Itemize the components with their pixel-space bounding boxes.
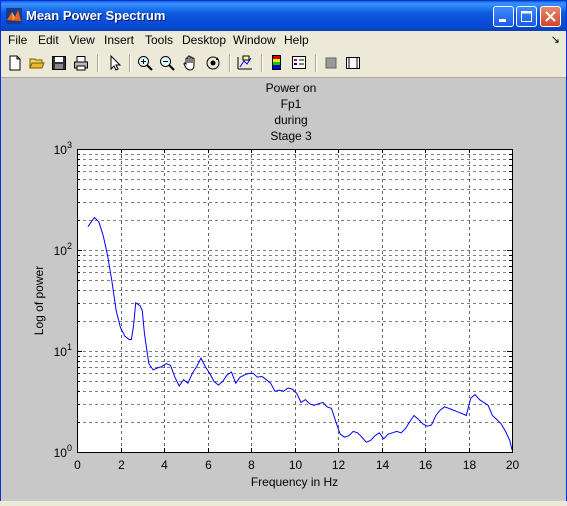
x-tick-label: 16: [419, 458, 433, 472]
maximize-button[interactable]: [516, 6, 537, 27]
rotate-3d-button[interactable]: [203, 53, 223, 73]
rotate-3d-icon: [206, 56, 220, 70]
menu-help[interactable]: Help: [284, 33, 309, 47]
minimize-icon: [499, 19, 506, 22]
figure-canvas: Power on Fp1 during Stage 3 0 2 4 6 8 10 12 14 1…: [1, 78, 566, 501]
x-tick-label: 4: [161, 458, 168, 472]
toolbar-separator: [229, 54, 231, 72]
select-arrow-icon: [110, 55, 122, 71]
toolbar-separator: [261, 54, 263, 72]
menu-insert[interactable]: Insert: [104, 33, 134, 47]
toolbar-separator: [97, 54, 99, 72]
chart-title: Power on Fp1 during Stage 3: [266, 81, 317, 143]
menu-view[interactable]: View: [69, 33, 95, 47]
plot-area[interactable]: [77, 149, 512, 452]
menu-desktop[interactable]: Desktop: [182, 33, 226, 47]
close-button[interactable]: [540, 6, 561, 27]
y-tick-label: 102: [54, 241, 72, 258]
data-cursor-button[interactable]: [235, 53, 255, 73]
x-tick-label: 20: [506, 458, 520, 472]
legend-icon: [292, 56, 306, 69]
zoom-out-icon: [160, 56, 175, 71]
toolbar-separator: [315, 54, 317, 72]
save-button[interactable]: [49, 53, 69, 73]
x-tick-label: 0: [74, 458, 81, 472]
show-plot-tools-icon: [346, 57, 360, 69]
menu-file[interactable]: File: [8, 33, 27, 47]
close-icon: [545, 11, 556, 22]
new-figure-button[interactable]: [5, 53, 25, 73]
y-tick-label: 100: [54, 443, 72, 460]
pan-hand-icon: [183, 55, 195, 71]
matlab-logo-icon: [6, 8, 22, 24]
chart-title-line: Fp1: [281, 97, 302, 111]
dock-arrow-icon[interactable]: ↘: [551, 33, 560, 46]
x-tick-label: 14: [376, 458, 390, 472]
menu-window[interactable]: Window: [233, 33, 276, 47]
open-folder-icon: [29, 58, 45, 69]
x-tick-label: 10: [289, 458, 303, 472]
x-axis-label: Frequency in Hz: [251, 475, 338, 489]
y-tick-label: 101: [54, 342, 72, 359]
title-bar[interactable]: Mean Power Spectrum: [1, 1, 566, 31]
chart-title-line: during: [274, 113, 307, 127]
x-tick-label: 18: [463, 458, 477, 472]
zoom-in-icon: [138, 56, 153, 71]
insert-colorbar-button[interactable]: [267, 53, 287, 73]
menu-edit[interactable]: Edit: [38, 33, 59, 47]
pan-button[interactable]: [180, 53, 200, 73]
x-tick-label: 2: [118, 458, 125, 472]
print-button[interactable]: [71, 53, 91, 73]
figure-toolbar: [1, 50, 566, 78]
window-title: Mean Power Spectrum: [26, 8, 166, 23]
maximize-icon: [521, 11, 532, 22]
power-spectrum-chart: Power on Fp1 during Stage 3 0 2 4 6 8 10 12 14 1…: [32, 81, 520, 489]
data-cursor-icon: [237, 55, 252, 70]
zoom-in-button[interactable]: [135, 53, 155, 73]
chart-title-line: Power on: [266, 81, 317, 95]
open-file-button[interactable]: [27, 53, 47, 73]
edit-plot-button[interactable]: [105, 53, 125, 73]
x-tick-label: 12: [332, 458, 346, 472]
hide-plot-tools-icon: [325, 57, 337, 69]
save-icon: [52, 56, 66, 70]
x-tick-label: 8: [248, 458, 255, 472]
menu-tools[interactable]: Tools: [145, 33, 173, 47]
print-icon: [74, 56, 88, 71]
figure-window: Mean Power Spectrum File Edit View Inser…: [0, 0, 567, 501]
new-file-icon: [9, 55, 21, 71]
y-axis-label: Log of power: [32, 266, 46, 335]
menu-bar: File Edit View Insert Tools Desktop Wind…: [1, 31, 566, 50]
zoom-out-button[interactable]: [157, 53, 177, 73]
toolbar-separator: [129, 54, 131, 72]
y-tick-label: 103: [54, 140, 72, 157]
insert-legend-button[interactable]: [289, 53, 309, 73]
minimize-button[interactable]: [493, 6, 514, 27]
chart-title-line: Stage 3: [270, 129, 312, 143]
show-plot-tools-button[interactable]: [343, 53, 363, 73]
hide-plot-tools-button[interactable]: [321, 53, 341, 73]
colorbar-icon: [272, 55, 281, 70]
x-tick-label: 6: [205, 458, 212, 472]
